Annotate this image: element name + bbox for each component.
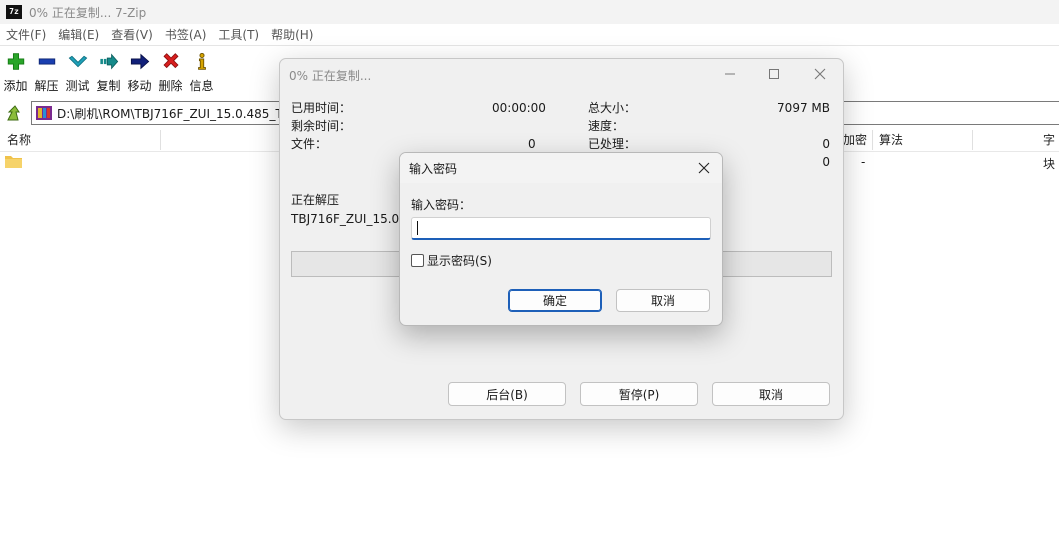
move-label: 移动 [127,79,152,93]
speed-label: 速度： [588,119,625,133]
close-icon [698,162,710,174]
password-dialog-title-bar[interactable]: 输入密码 [400,153,722,183]
folder-icon [5,156,22,168]
password-dialog: 输入密码 输入密码： 显示密码(S) 确定 取消 [399,152,723,326]
menu-edit[interactable]: 编辑(E) [52,25,105,45]
up-folder-button[interactable] [4,103,24,123]
cancel-extract-button[interactable]: 取消 [712,382,830,406]
password-prompt-label: 输入密码： [411,198,472,212]
menu-bookmarks[interactable]: 书签(A) [159,25,213,45]
files-label: 文件： [291,137,328,151]
extract-label: 解压 [34,79,59,93]
column-block[interactable]: 字块 [1043,128,1059,171]
files-value: 0 [528,137,536,151]
text-caret [417,221,418,235]
column-divider[interactable] [872,130,873,150]
close-button[interactable] [806,64,834,84]
maximize-button[interactable] [760,64,788,84]
toolbar: 添加 解压 测试 复制 移动 删除 信息 [0,50,217,94]
delete-x-icon [162,53,179,69]
processed-value: 0 [822,137,830,151]
maximize-icon [769,69,779,79]
total-size-label: 总大小： [588,101,637,115]
column-name[interactable]: 名称 [7,128,31,152]
progress-dialog-title-bar[interactable]: 0% 正在复制... [280,59,843,89]
test-label: 测试 [65,79,90,93]
elapsed-label: 已用时间： [291,101,352,115]
password-input[interactable] [411,217,711,240]
compressed-value: 0 [822,155,830,169]
elapsed-value: 00:00:00 [492,101,546,115]
remaining-label: 剩余时间： [291,119,352,133]
move-button[interactable]: 移动 [124,50,155,94]
move-arrow-icon [130,53,149,70]
column-divider[interactable] [160,130,161,150]
show-password-label: 显示密码(S) [427,254,492,268]
menu-bar: 文件(F) 编辑(E) 查看(V) 书签(A) 工具(T) 帮助(H) [0,25,1059,46]
menu-tools[interactable]: 工具(T) [212,25,265,45]
copy-button[interactable]: 复制 [93,50,124,94]
app-root: 7z 0% 正在复制... 7-Zip 文件(F) 编辑(E) 查看(V) 书签… [0,0,1059,548]
column-divider[interactable] [972,130,973,150]
copy-label: 复制 [96,79,121,93]
close-icon [814,68,826,80]
menu-file[interactable]: 文件(F) [0,25,52,45]
plus-icon [7,53,24,70]
extract-button[interactable]: 解压 [31,50,62,94]
password-cancel-button[interactable]: 取消 [616,289,710,312]
check-icon [68,55,87,68]
minus-icon [38,58,55,65]
show-password-checkbox[interactable]: 显示密码(S) [411,252,492,269]
main-title-bar[interactable]: 7z 0% 正在复制... 7-Zip [0,0,1059,24]
up-arrow-icon [7,105,20,121]
menu-help[interactable]: 帮助(H) [265,25,319,45]
info-icon [197,52,206,70]
archive-icon [36,106,52,120]
window-title: 0% 正在复制... 7-Zip [29,5,147,20]
add-label: 添加 [3,79,28,93]
password-dialog-close-button[interactable] [690,158,718,178]
row-encrypted-value: - [861,155,866,169]
column-method[interactable]: 算法 [879,128,903,152]
column-encrypted[interactable]: 加密 [843,128,867,152]
progress-dialog-title: 0% 正在复制... [289,69,372,83]
copy-arrow-icon [99,53,118,70]
path-text: D:\刷机\ROM\TBJ716F_ZUI_15.0.485_To [57,106,289,121]
test-button[interactable]: 测试 [62,50,93,94]
checkbox-box[interactable] [411,254,424,267]
delete-button[interactable]: 删除 [155,50,186,94]
processed-label: 已处理： [588,137,637,151]
pause-button[interactable]: 暂停(P) [580,382,698,406]
menu-view[interactable]: 查看(V) [105,25,159,45]
ok-button[interactable]: 确定 [508,289,602,312]
minimize-button[interactable] [716,64,744,84]
status-label: 正在解压 [291,193,340,207]
info-label: 信息 [189,79,214,93]
info-button[interactable]: 信息 [186,50,217,94]
background-button[interactable]: 后台(B) [448,382,566,406]
7zip-logo-icon: 7z [6,5,22,19]
password-dialog-title: 输入密码 [409,162,458,176]
total-size-value: 7097 MB [777,101,830,115]
add-button[interactable]: 添加 [0,50,31,94]
minimize-icon [725,73,735,75]
delete-label: 删除 [158,79,183,93]
